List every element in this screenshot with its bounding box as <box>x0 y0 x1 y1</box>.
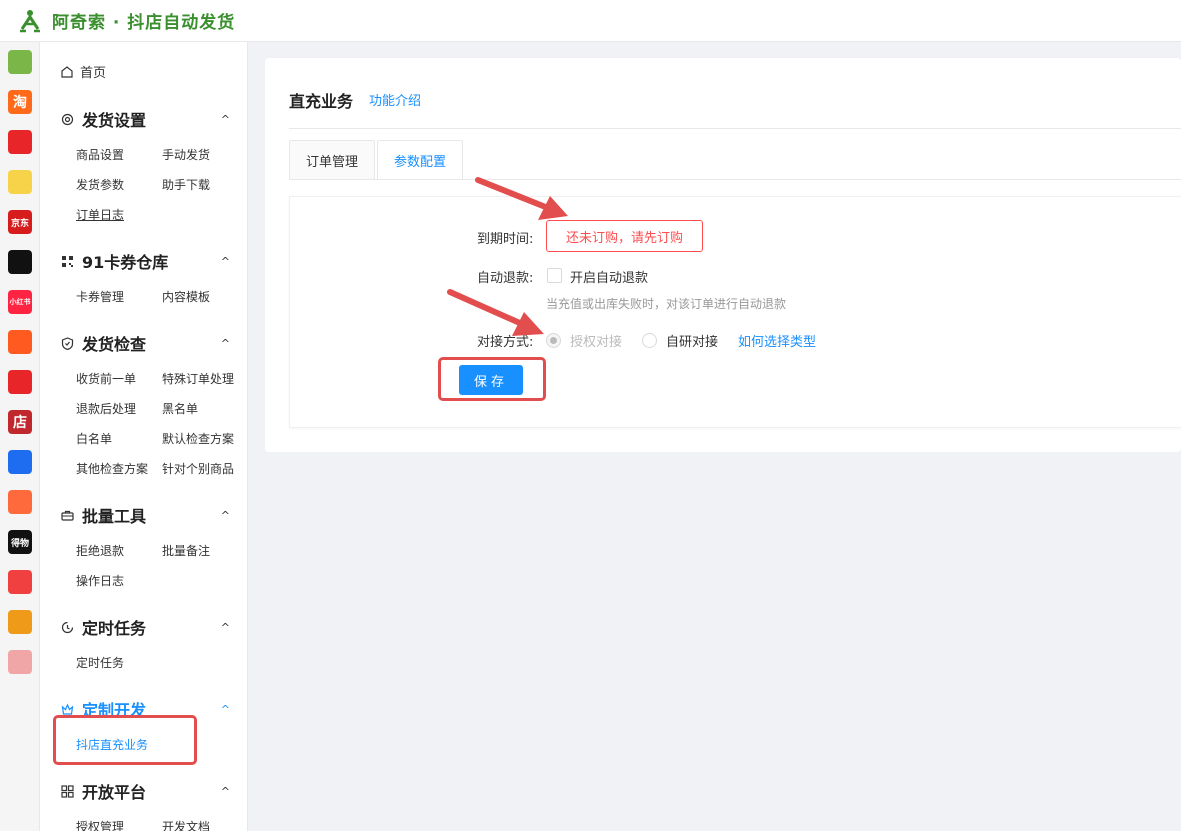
annotation-arrow-icon <box>447 289 544 336</box>
chevron-up-icon: ^ <box>220 254 230 268</box>
home-icon <box>61 65 73 78</box>
qr-grid-icon <box>60 254 74 268</box>
radio-self-developed[interactable] <box>642 333 657 348</box>
link-app-icon[interactable] <box>8 450 32 474</box>
tiktok-icon[interactable] <box>8 250 32 274</box>
sidebar-item-default-check[interactable]: 默认检查方案 <box>162 430 234 447</box>
sidebar-item-specific-products[interactable]: 针对个别商品 <box>162 460 234 477</box>
divider <box>289 179 1181 180</box>
sidebar-item-home[interactable]: 首页 <box>60 62 106 81</box>
chevron-up-icon: ^ <box>220 508 230 522</box>
sidebar-section-open-platform: 开放平台 ^ 授权管理 开发文档 <box>60 780 230 831</box>
circles-app-icon[interactable] <box>8 330 32 354</box>
apps-grid-icon <box>60 784 74 798</box>
divider <box>289 128 1181 129</box>
section-header[interactable]: 开放平台 ^ <box>60 780 230 802</box>
section-header[interactable]: 定时任务 ^ <box>60 616 230 638</box>
radio-authorized-label[interactable]: 授权对接 <box>570 331 622 350</box>
expire-label: 到期时间: <box>477 232 534 247</box>
chevron-up-icon: ^ <box>220 112 230 126</box>
sidebar-item-dev-docs[interactable]: 开发文档 <box>162 818 210 831</box>
section-header[interactable]: 发货检查 ^ <box>60 332 230 354</box>
annotation-box-sidebar-item <box>53 715 197 765</box>
grid-icon[interactable] <box>8 50 32 74</box>
auto-refund-option-label[interactable]: 开启自动退款 <box>570 267 648 286</box>
thumbs-up-icon[interactable] <box>8 370 32 394</box>
sidebar-item-scheduled-task[interactable]: 定时任务 <box>76 654 124 671</box>
sidebar-item-coupon-manage[interactable]: 卡券管理 <box>76 288 124 305</box>
section-header[interactable]: 批量工具 ^ <box>60 504 230 526</box>
sidebar-item-assistant-download[interactable]: 助手下载 <box>162 176 210 193</box>
shield-icon <box>60 336 74 350</box>
brand-logo-icon <box>16 7 44 35</box>
sidebar-section-scheduled-tasks: 定时任务 ^ 定时任务 <box>60 616 230 670</box>
gear-icon <box>60 112 74 126</box>
section-title: 开放平台 <box>82 783 147 802</box>
sidebar-item-before-receipt[interactable]: 收货前一单 <box>76 370 136 387</box>
yellow-app-icon[interactable] <box>8 170 32 194</box>
sidebar-section-ship-check: 发货检查 ^ 收货前一单 特殊订单处理 退款后处理 黑名单 白名单 默认检查方案… <box>60 332 234 476</box>
section-title: 批量工具 <box>82 507 147 526</box>
section-title: 定时任务 <box>82 619 147 638</box>
sidebar-item-whitelist[interactable]: 白名单 <box>76 430 112 447</box>
sidebar-item-reject-refund[interactable]: 拒绝退款 <box>76 542 124 559</box>
top-bar: 阿奇索 · 抖店自动发货 <box>0 0 1181 42</box>
sidebar-item-operation-log[interactable]: 操作日志 <box>76 572 124 589</box>
auto-refund-checkbox[interactable] <box>547 268 562 283</box>
chevron-up-icon: ^ <box>220 336 230 350</box>
toolbox-icon <box>60 508 74 522</box>
sidebar-item-blacklist[interactable]: 黑名单 <box>162 400 198 417</box>
sidebar-section-batch-tools: 批量工具 ^ 拒绝退款 批量备注 操作日志 <box>60 504 230 588</box>
chevron-up-icon: ^ <box>220 620 230 634</box>
shop-icon[interactable]: 店 <box>8 410 32 434</box>
sidebar: 首页 发货设置 ^ 商品设置 手动发货 发货参数 助手下载 订单日志 91卡券仓… <box>40 42 248 831</box>
tab-order-manage[interactable]: 订单管理 <box>289 140 376 180</box>
page-title: 直充业务 <box>289 92 354 111</box>
sidebar-item-order-log[interactable]: 订单日志 <box>76 206 124 223</box>
platform-rail: 淘京东 小红书店得物 <box>0 42 40 831</box>
sidebar-section-shipping-settings: 发货设置 ^ 商品设置 手动发货 发货参数 助手下载 订单日志 <box>60 108 230 222</box>
section-title: 发货设置 <box>82 111 147 130</box>
section-title: 91卡券仓库 <box>82 253 169 272</box>
how-to-choose-link[interactable]: 如何选择类型 <box>738 331 816 350</box>
chevron-up-icon: ^ <box>220 702 230 716</box>
tab-param-config[interactable]: 参数配置 <box>377 140 464 180</box>
main-card: 直充业务 功能介绍 订单管理 参数配置 到期时间: 还未订购，请先订购 自动退款… <box>265 58 1181 452</box>
taobao-icon[interactable]: 淘 <box>8 90 32 114</box>
feature-intro-link[interactable]: 功能介绍 <box>369 90 421 109</box>
crown-icon <box>60 702 74 716</box>
auto-refund-hint: 当充值或出库失败时，对该订单进行自动退款 <box>546 297 787 311</box>
dewu-icon[interactable]: 得物 <box>8 530 32 554</box>
brand-title: 阿奇索 · 抖店自动发货 <box>52 13 236 33</box>
sidebar-item-other-check[interactable]: 其他检查方案 <box>76 460 148 477</box>
sidebar-item-ship-params[interactable]: 发货参数 <box>76 176 124 193</box>
sidebar-item-manual-ship[interactable]: 手动发货 <box>162 146 210 163</box>
tiger-app-icon[interactable] <box>8 610 32 634</box>
xiaohongshu-icon[interactable]: 小红书 <box>8 290 32 314</box>
sidebar-item-content-template[interactable]: 内容模板 <box>162 288 210 305</box>
section-header[interactable]: 发货设置 ^ <box>60 108 230 130</box>
pink-bag-icon[interactable] <box>8 650 32 674</box>
chevron-up-icon: ^ <box>220 784 230 798</box>
sidebar-item-label: 首页 <box>80 66 107 81</box>
section-title: 发货检查 <box>82 335 147 354</box>
sidebar-item-after-refund[interactable]: 退款后处理 <box>76 400 136 417</box>
config-panel <box>289 196 1181 428</box>
tab-bar: 订单管理 参数配置 <box>289 140 465 180</box>
sidebar-item-batch-remark[interactable]: 批量备注 <box>162 542 210 559</box>
heart-grid-icon[interactable] <box>8 130 32 154</box>
sidebar-section-coupon-warehouse: 91卡券仓库 ^ 卡券管理 内容模板 <box>60 250 230 304</box>
annotation-box-save <box>438 357 546 401</box>
sidebar-item-auth-manage[interactable]: 授权管理 <box>76 818 124 831</box>
bag-app-icon[interactable] <box>8 490 32 514</box>
sidebar-item-special-orders[interactable]: 特殊订单处理 <box>162 370 234 387</box>
sidebar-item-product-settings[interactable]: 商品设置 <box>76 146 124 163</box>
red-app-icon[interactable] <box>8 570 32 594</box>
clock-icon <box>60 620 74 634</box>
radio-self-developed-label[interactable]: 自研对接 <box>666 331 718 350</box>
annotation-arrow-icon <box>475 177 568 220</box>
jd-icon[interactable]: 京东 <box>8 210 32 234</box>
section-header[interactable]: 91卡券仓库 ^ <box>60 250 230 272</box>
